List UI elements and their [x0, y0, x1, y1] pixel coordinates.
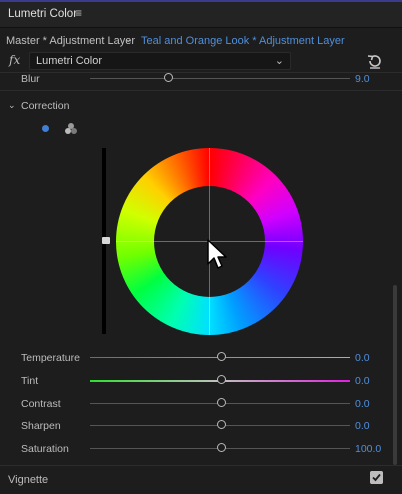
tint-value[interactable]: 0.0	[355, 375, 370, 387]
divider	[0, 72, 402, 73]
temperature-label: Temperature	[21, 352, 80, 364]
divider	[0, 90, 402, 91]
sharpen-value[interactable]: 0.0	[355, 420, 370, 432]
tint-label: Tint	[21, 375, 39, 387]
effect-select[interactable]: Lumetri Color ⌄	[29, 52, 291, 70]
mouse-cursor-icon	[207, 239, 227, 269]
single-wheel-mode-icon[interactable]	[42, 125, 49, 132]
reset-icon[interactable]	[366, 52, 384, 70]
saturation-label: Saturation	[21, 443, 69, 455]
fx-icon[interactable]: fx	[9, 53, 20, 67]
chevron-down-icon: ⌄	[8, 100, 16, 110]
panel-header: Lumetri Color ≡	[0, 2, 402, 28]
contrast-value[interactable]: 0.0	[355, 398, 370, 410]
chevron-down-icon[interactable]: ⌄	[124, 34, 132, 45]
saturation-value[interactable]: 100.0	[355, 443, 381, 455]
effect-row: fx Lumetri Color ⌄	[0, 50, 402, 72]
vignette-checkbox[interactable]	[370, 471, 383, 484]
master-clip-label[interactable]: Master * Adjustment Layer	[6, 35, 135, 47]
sharpen-label: Sharpen	[21, 420, 61, 432]
vignette-label[interactable]: Vignette	[8, 474, 48, 486]
temperature-slider-knob[interactable]	[217, 352, 226, 361]
chevron-down-icon: ⌄	[274, 55, 284, 67]
temperature-value[interactable]: 0.0	[355, 352, 370, 364]
divider	[0, 465, 402, 466]
vertical-scrollbar[interactable]	[393, 285, 397, 465]
luma-slider-handle[interactable]	[102, 237, 110, 244]
blur-label: Blur	[21, 73, 40, 85]
saturation-slider-knob[interactable]	[217, 443, 226, 452]
three-way-mode-icon[interactable]	[64, 122, 78, 135]
effect-select-value: Lumetri Color	[36, 55, 103, 67]
contrast-slider-knob[interactable]	[217, 398, 226, 407]
correction-label: Correction	[21, 100, 70, 112]
active-clip-label[interactable]: Teal and Orange Look * Adjustment Layer	[141, 35, 345, 47]
panel-title: Lumetri Color	[8, 8, 78, 20]
blur-slider-track[interactable]	[90, 78, 350, 79]
blur-value[interactable]: 9.0	[355, 73, 370, 85]
tint-slider-knob[interactable]	[217, 375, 226, 384]
hamburger-icon[interactable]: ≡	[75, 6, 82, 20]
source-bar: Master * Adjustment Layer ⌄ Teal and Ora…	[0, 30, 402, 50]
contrast-label: Contrast	[21, 398, 61, 410]
sharpen-slider-knob[interactable]	[217, 420, 226, 429]
blur-slider-knob[interactable]	[164, 73, 173, 82]
